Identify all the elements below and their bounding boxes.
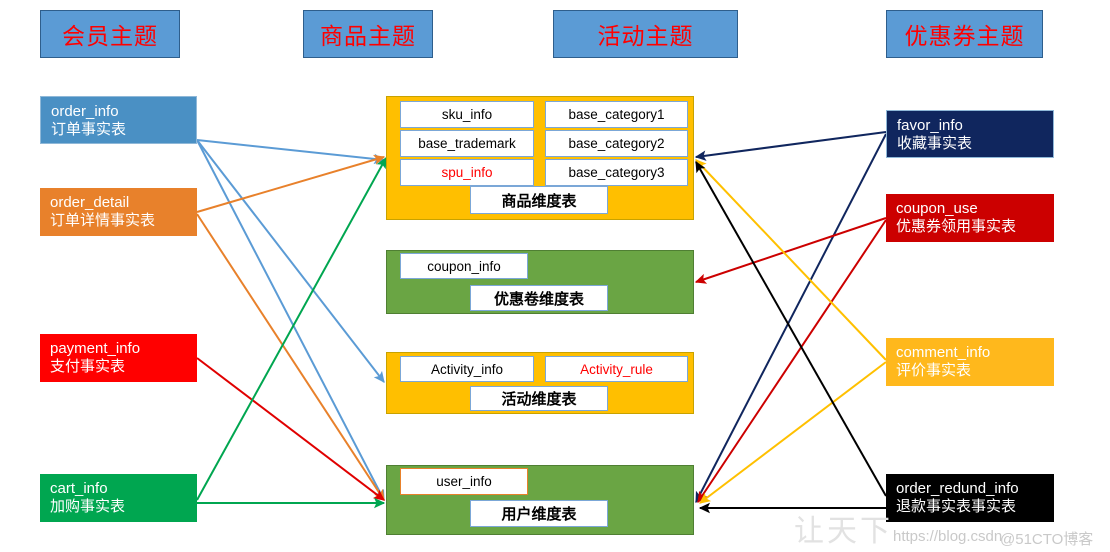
connection-order-info-to-product: [196, 139, 386, 165]
connection-comment-info-to-user: [699, 361, 887, 504]
diagram-canvas: 会员主题 商品主题 活动主题 优惠券主题 sku_info base_trademark…: [0, 0, 1110, 552]
dimension-title-user: 用户维度表: [470, 500, 608, 527]
fact-table-label: 订单事实表: [51, 121, 127, 139]
fact-table-label: 支付事实表: [50, 358, 126, 376]
fact-table-label: 优惠券领用事实表: [896, 218, 1017, 236]
theme-header-1: 会员主题: [40, 10, 180, 58]
fact-table-name: order_redund_info: [896, 480, 1019, 497]
fact-table-name: coupon_use: [896, 200, 978, 217]
fact-table-name: favor_info: [897, 117, 963, 134]
dim-table-base-category2: base_category2: [545, 130, 688, 157]
dim-table-activity-info: Activity_info: [400, 356, 534, 382]
connection-order-detail-to-user: [196, 213, 385, 502]
connection-order-detail-to-product: [196, 154, 386, 213]
connection-payment-info-to-user: [196, 357, 385, 501]
fact-table-label: 收藏事实表: [897, 135, 973, 153]
connection-order-info-to-activity: [196, 139, 385, 383]
fact-table-label: 订单详情事实表: [50, 212, 156, 230]
dimension-title-activity: 活动维度表: [470, 386, 608, 411]
watermark-url: https://blog.csdn: [893, 528, 1003, 545]
theme-header-2: 商品主题: [303, 10, 433, 58]
watermark-tag: @51CTO博客: [1000, 531, 1094, 548]
connection-favor-info-to-product: [694, 131, 887, 161]
dimension-title-coupon: 优惠卷维度表: [470, 285, 608, 311]
fact-table-name: cart_info: [50, 480, 108, 497]
fact-table-label: 加购事实表: [50, 498, 126, 516]
dim-table-spu-info: spu_info: [400, 159, 534, 186]
dim-table-user-info: user_info: [400, 468, 528, 495]
fact-cart-info: cart_info 加购事实表: [40, 474, 197, 522]
fact-table-name: order_info: [51, 103, 119, 120]
watermark-text: 让天下: [794, 515, 893, 548]
fact-favor-info: favor_info 收藏事实表: [886, 110, 1054, 158]
dim-table-base-category3: base_category3: [545, 159, 688, 186]
fact-order-detail: order_detail 订单详情事实表: [40, 188, 197, 236]
dim-table-coupon-info: coupon_info: [400, 253, 528, 279]
dim-table-activity-rule: Activity_rule: [545, 356, 688, 382]
fact-table-label: 评价事实表: [896, 362, 972, 380]
connection-coupon-use-to-coupon: [694, 217, 887, 284]
fact-table-name: comment_info: [896, 344, 991, 361]
fact-order-redund-info: order_redund_info 退款事实表事实表: [886, 474, 1054, 522]
fact-order-info: order_info 订单事实表: [40, 96, 197, 144]
dimension-title-product: 商品维度表: [470, 186, 608, 214]
fact-payment-info: payment_info 支付事实表: [40, 334, 197, 382]
theme-header-3: 活动主题: [553, 10, 738, 58]
dim-table-base-trademark: base_trademark: [400, 130, 534, 157]
dim-table-sku-info: sku_info: [400, 101, 534, 128]
fact-coupon-use: coupon_use 优惠券领用事实表: [886, 194, 1054, 242]
fact-comment-info: comment_info 评价事实表: [886, 338, 1054, 386]
fact-table-name: payment_info: [50, 340, 141, 357]
connection-order-info-to-user: [196, 139, 385, 502]
dim-table-base-category1: base_category1: [545, 101, 688, 128]
fact-table-name: order_detail: [50, 194, 130, 211]
theme-header-4: 优惠券主题: [886, 10, 1043, 58]
fact-table-label: 退款事实表事实表: [896, 498, 1017, 516]
